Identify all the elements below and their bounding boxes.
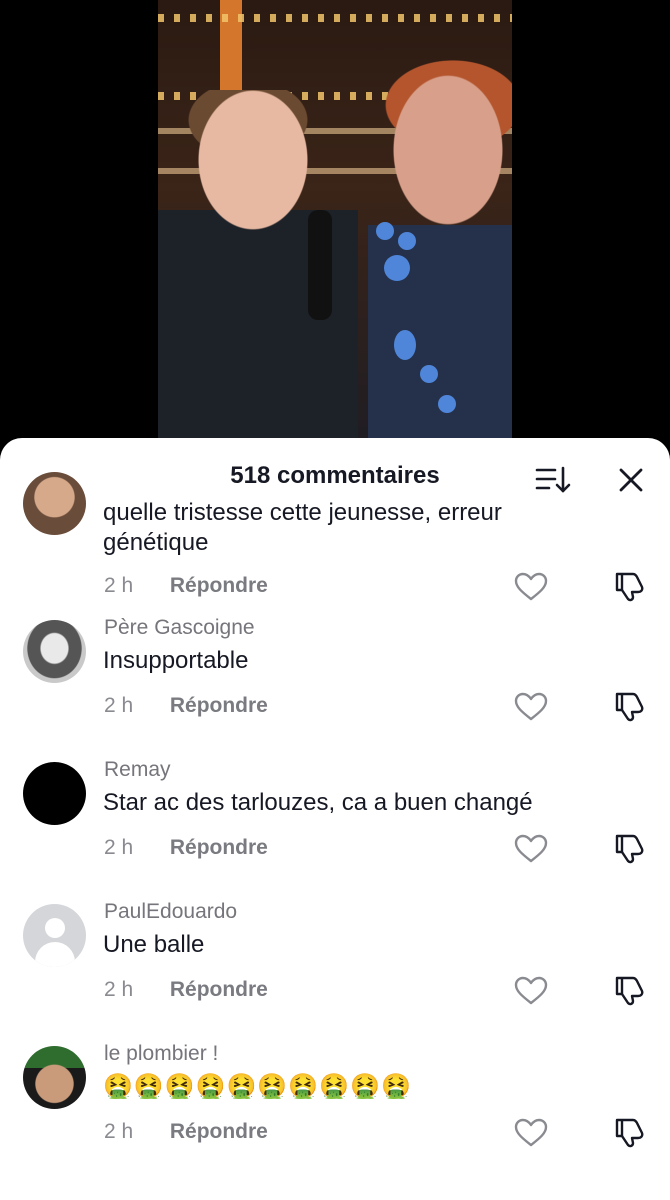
comment-text: Star ac des tarlouzes, ca a buen changé bbox=[103, 789, 533, 816]
stage-lights bbox=[158, 14, 512, 22]
comment-text: quelle tristesse cette jeunesse, erreur bbox=[103, 499, 502, 526]
comment-item: Père Gascoigne Insupportable 2 h Répondr… bbox=[0, 608, 670, 750]
comment-time: 2 h bbox=[104, 574, 134, 597]
comment-text: 🤮🤮🤮🤮🤮🤮🤮🤮🤮🤮 bbox=[103, 1073, 412, 1100]
comment-item: Remay Star ac des tarlouzes, ca a buen c… bbox=[0, 750, 670, 892]
thumbs-down-icon[interactable] bbox=[613, 974, 647, 1006]
comment-text: Une balle bbox=[103, 931, 205, 958]
luigi-avatar[interactable] bbox=[23, 1046, 86, 1109]
microphone bbox=[308, 210, 332, 320]
black-avatar[interactable] bbox=[23, 762, 86, 825]
jacket-flower bbox=[384, 255, 410, 281]
reply-button[interactable]: Répondre bbox=[170, 836, 268, 859]
comment-text: génétique bbox=[103, 529, 209, 556]
comment-time: 2 h bbox=[104, 836, 134, 859]
comment-meta: 2 h Répondre bbox=[104, 1120, 268, 1144]
jacket-flower bbox=[394, 330, 416, 360]
comment-time: 2 h bbox=[104, 694, 134, 717]
thumbs-down-icon[interactable] bbox=[613, 570, 647, 602]
thumbs-down-icon[interactable] bbox=[613, 1116, 647, 1148]
thumbs-down-icon[interactable] bbox=[613, 690, 647, 722]
heart-icon[interactable] bbox=[514, 976, 548, 1006]
comment-meta: 2 h Répondre bbox=[104, 836, 268, 860]
comment-time: 2 h bbox=[104, 978, 134, 1001]
comment-meta: 2 h Répondre bbox=[104, 694, 268, 718]
bw-portrait-avatar[interactable] bbox=[23, 620, 86, 683]
default-avatar[interactable] bbox=[23, 904, 86, 967]
comment-username[interactable]: PaulEdouardo bbox=[104, 900, 237, 924]
reply-button[interactable]: Répondre bbox=[170, 574, 268, 597]
comment-username[interactable]: Père Gascoigne bbox=[104, 616, 255, 640]
reply-button[interactable]: Répondre bbox=[170, 978, 268, 1001]
reply-button[interactable]: Répondre bbox=[170, 1120, 268, 1143]
heart-icon[interactable] bbox=[514, 834, 548, 864]
comment-meta: 2 h Répondre bbox=[104, 978, 268, 1002]
comment-time: 2 h bbox=[104, 1120, 134, 1143]
heart-icon[interactable] bbox=[514, 692, 548, 722]
comment-meta: 2 h Répondre bbox=[104, 574, 268, 598]
jacket-flower bbox=[438, 395, 456, 413]
heart-icon[interactable] bbox=[514, 1118, 548, 1148]
bearded-man-avatar[interactable] bbox=[23, 472, 86, 535]
comment-item: quelle tristesse cette jeunesse, erreur … bbox=[0, 472, 670, 608]
comment-username[interactable]: Remay bbox=[104, 758, 171, 782]
jacket-flower bbox=[420, 365, 438, 383]
comment-list[interactable]: quelle tristesse cette jeunesse, erreur … bbox=[0, 472, 670, 1176]
comment-item: le plombier ! 🤮🤮🤮🤮🤮🤮🤮🤮🤮🤮 2 h Répondre bbox=[0, 1034, 670, 1176]
reply-button[interactable]: Répondre bbox=[170, 694, 268, 717]
heart-icon[interactable] bbox=[514, 572, 548, 602]
comment-text: Insupportable bbox=[103, 647, 249, 674]
thumbs-down-icon[interactable] bbox=[613, 832, 647, 864]
video-player[interactable] bbox=[158, 0, 512, 470]
comment-item: PaulEdouardo Une balle 2 h Répondre bbox=[0, 892, 670, 1034]
jacket-flower bbox=[398, 232, 416, 250]
comments-sheet: 518 commentaires quelle tristesse cette … bbox=[0, 438, 670, 1200]
jacket-flower bbox=[376, 222, 394, 240]
comment-username[interactable]: le plombier ! bbox=[104, 1042, 218, 1066]
